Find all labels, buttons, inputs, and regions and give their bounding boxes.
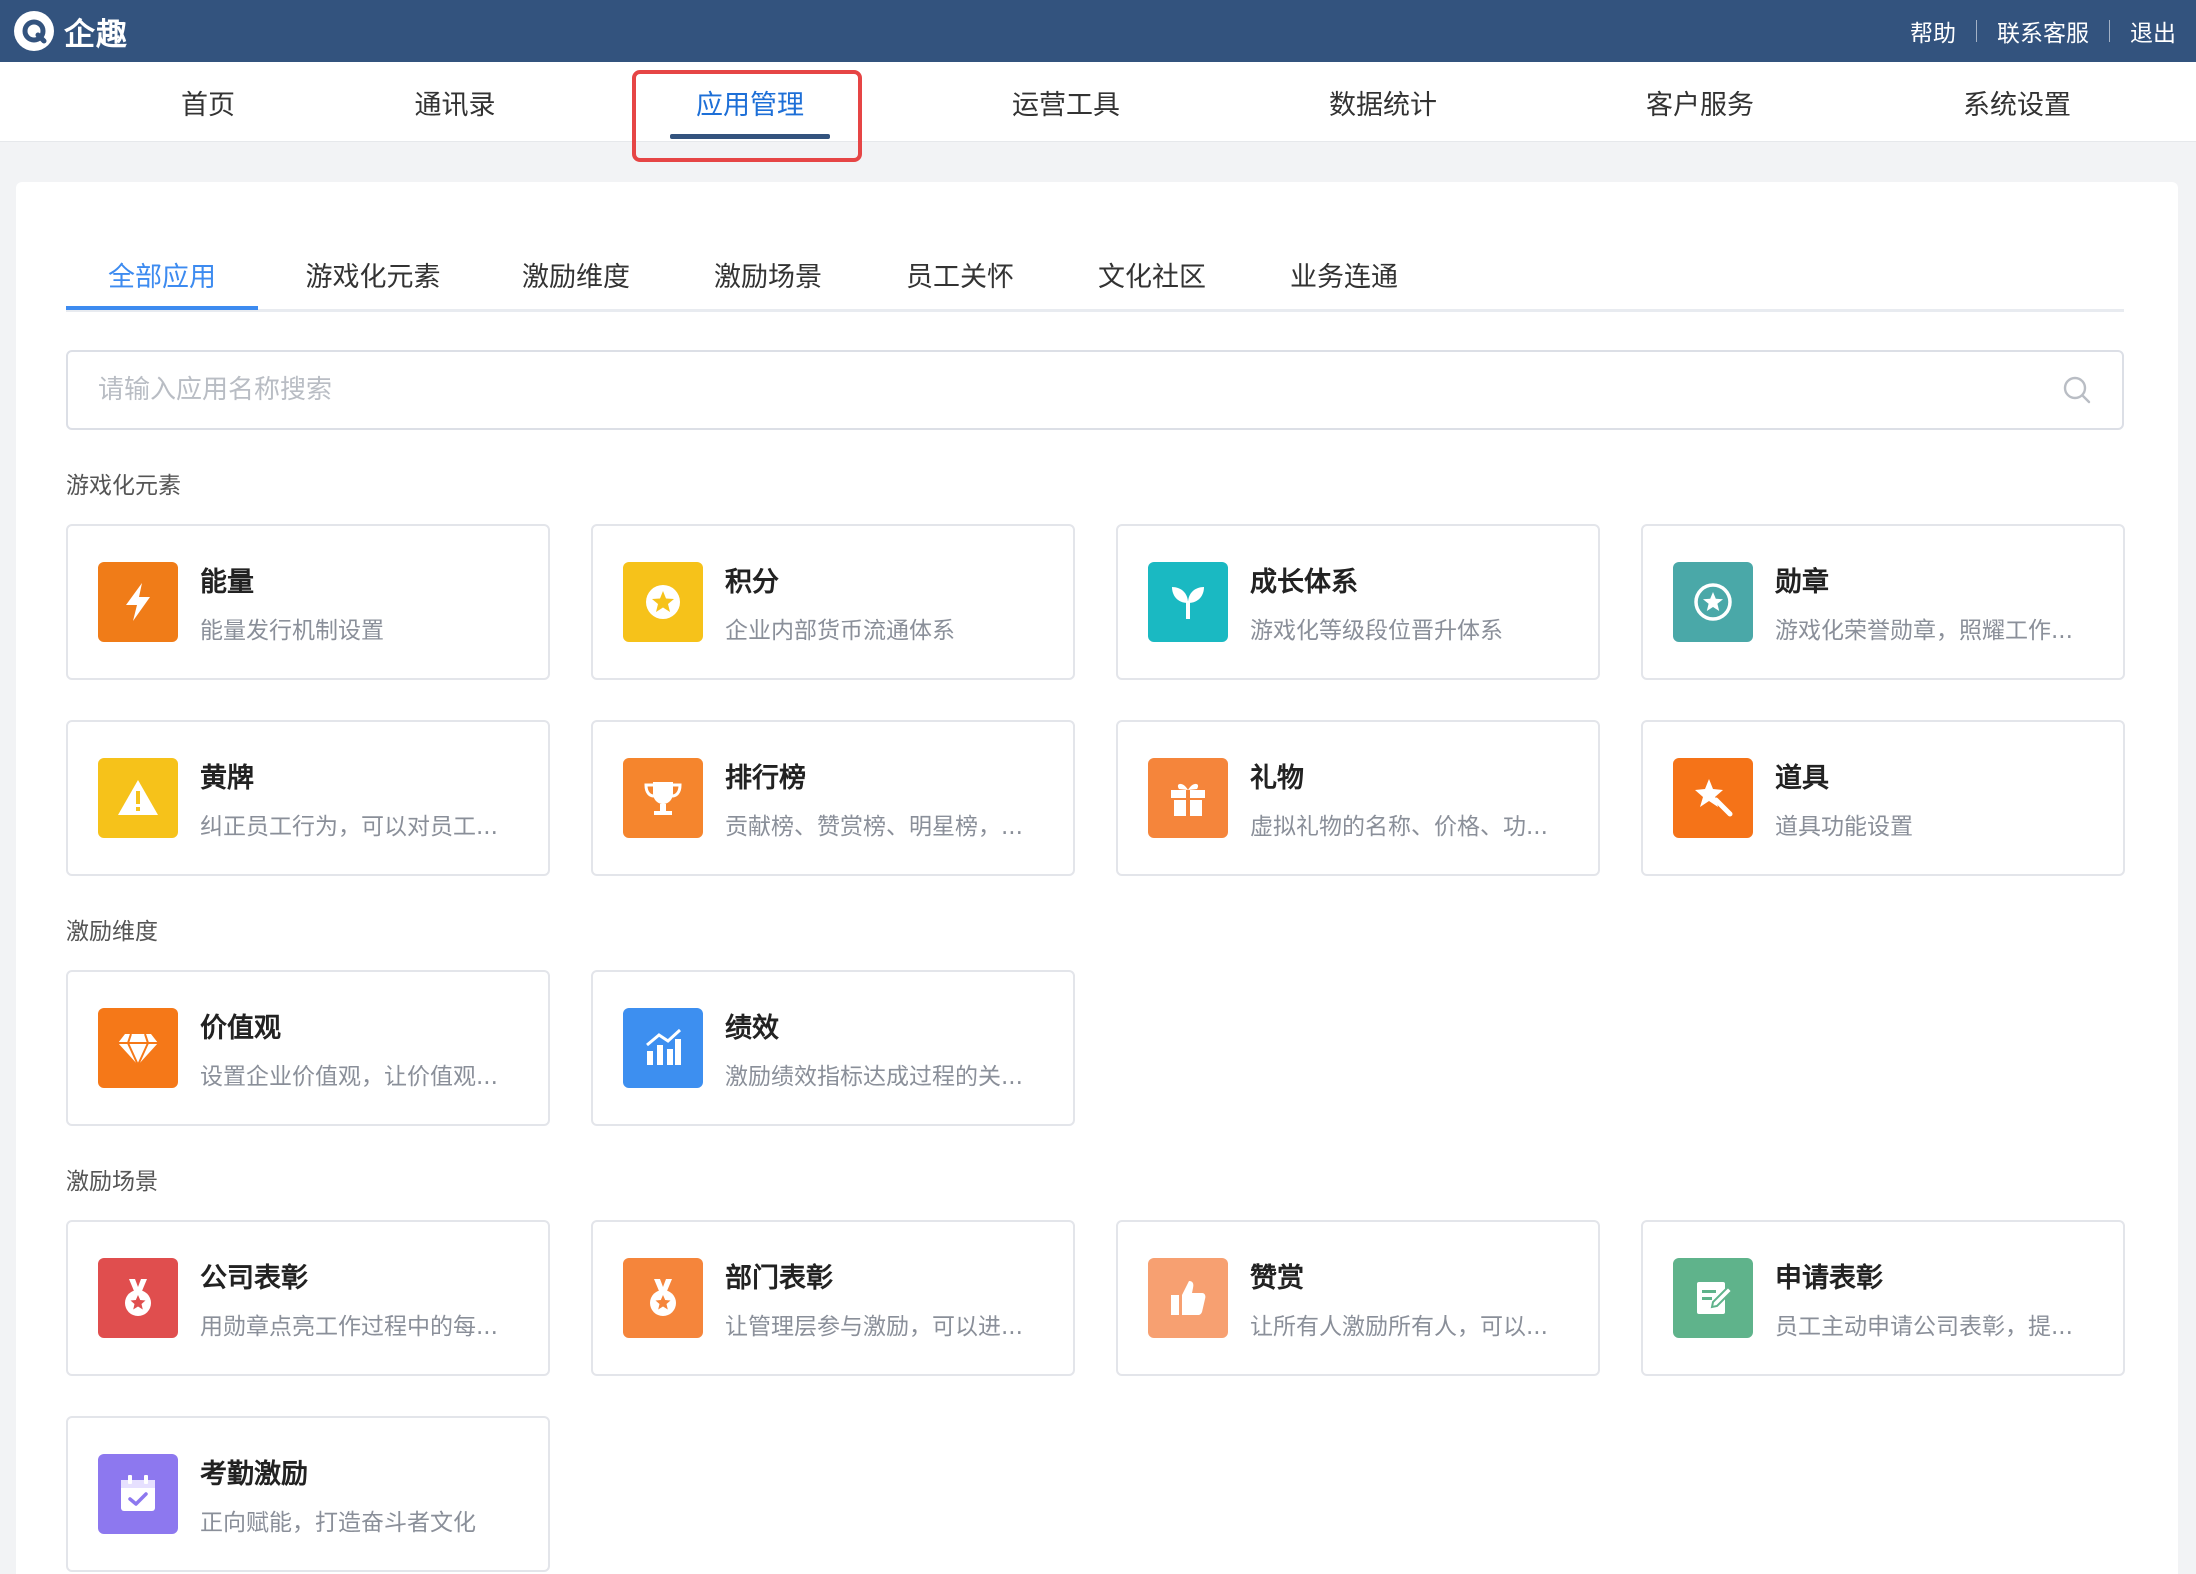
nav-system-settings[interactable]: 系统设置 [1963,62,2071,142]
nav-data-statistics[interactable]: 数据统计 [1329,62,1437,142]
card-desc: 游戏化等级段位晋升体系 [1250,617,1503,644]
card-desc: 道具功能设置 [1775,813,1913,840]
calendar-check-icon [98,1454,178,1534]
app-card-company-commendation[interactable]: 公司表彰 用勋章点亮工作过程中的每... [66,1220,550,1376]
card-title: 道具 [1775,762,1829,794]
card-title: 黄牌 [200,762,254,794]
brand[interactable]: 企趣 [14,9,128,54]
nav-contacts[interactable]: 通讯录 [415,62,496,142]
card-title: 考勤激励 [200,1458,308,1490]
app-card-growth-system[interactable]: 成长体系 游戏化等级段位晋升体系 [1116,524,1600,680]
trophy-icon [623,758,703,838]
card-title: 公司表彰 [200,1262,308,1294]
category-tabs: 全部应用 游戏化元素 激励维度 激励场景 员工关怀 文化社区 业务连通 [66,236,2124,312]
medal-star-icon [1673,562,1753,642]
nav-operation-tools[interactable]: 运营工具 [1012,62,1120,142]
edit-doc-icon [1673,1258,1753,1338]
card-title: 能量 [200,566,254,598]
magic-wand-icon [1673,758,1753,838]
tab-incentive-scene[interactable]: 激励场景 [708,236,828,312]
star-coin-icon [623,562,703,642]
card-title: 绩效 [725,1012,779,1044]
card-title: 部门表彰 [725,1262,833,1294]
award-ribbon-icon [623,1258,703,1338]
divider [1976,20,1977,42]
tab-all-apps[interactable]: 全部应用 [66,236,258,312]
card-desc: 激励绩效指标达成过程的关... [725,1063,1023,1090]
app-card-appreciation[interactable]: 赞赏 让所有人激励所有人，可以... [1116,1220,1600,1376]
contact-support-link[interactable]: 联系客服 [1997,14,2089,48]
app-card-attendance-incentive[interactable]: 考勤激励 正向赋能，打造奋斗者文化 [66,1416,550,1572]
lightning-icon [98,562,178,642]
top-links: 帮助 联系客服 退出 [1910,14,2176,48]
top-bar: 企趣 帮助 联系客服 退出 [0,0,2196,62]
section-title-gamification: 游戏化元素 [66,473,181,499]
app-card-department-commendation[interactable]: 部门表彰 让管理层参与激励，可以进... [591,1220,1075,1376]
card-desc: 贡献榜、赞赏榜、明星榜，... [725,813,1023,840]
main-nav: 首页 通讯录 应用管理 运营工具 数据统计 客户服务 系统设置 [0,62,2196,142]
tab-gamification[interactable]: 游戏化元素 [298,236,448,312]
nav-highlight-box [632,70,862,162]
card-desc: 员工主动申请公司表彰，提... [1775,1313,2073,1340]
section-title-scene: 激励场景 [66,1169,158,1195]
card-desc: 能量发行机制设置 [200,617,384,644]
card-title: 勋章 [1775,566,1829,598]
diamond-icon [98,1008,178,1088]
card-desc: 设置企业价值观，让价值观... [200,1063,498,1090]
card-title: 申请表彰 [1775,1262,1883,1294]
app-card-leaderboard[interactable]: 排行榜 贡献榜、赞赏榜、明星榜，... [591,720,1075,876]
search-input[interactable] [98,375,2062,405]
tab-employee-care[interactable]: 员工关怀 [900,236,1020,312]
bar-chart-icon [623,1008,703,1088]
sprout-icon [1148,562,1228,642]
divider [2109,20,2110,42]
app-card-medal[interactable]: 勋章 游戏化荣誉勋章，照耀工作... [1641,524,2125,680]
tab-culture-community[interactable]: 文化社区 [1092,236,1212,312]
tab-active-indicator [66,306,258,310]
thumbs-up-icon [1148,1258,1228,1338]
app-card-gift[interactable]: 礼物 虚拟礼物的名称、价格、功... [1116,720,1600,876]
app-card-energy[interactable]: 能量 能量发行机制设置 [66,524,550,680]
card-title: 价值观 [200,1012,281,1044]
app-card-performance[interactable]: 绩效 激励绩效指标达成过程的关... [591,970,1075,1126]
search-box [66,350,2124,430]
card-desc: 企业内部货币流通体系 [725,617,955,644]
card-desc: 让所有人激励所有人，可以... [1250,1313,1548,1340]
help-link[interactable]: 帮助 [1910,14,1956,48]
gift-icon [1148,758,1228,838]
card-desc: 让管理层参与激励，可以进... [725,1313,1023,1340]
app-card-values[interactable]: 价值观 设置企业价值观，让价值观... [66,970,550,1126]
card-desc: 纠正员工行为，可以对员工... [200,813,498,840]
card-title: 成长体系 [1250,566,1358,598]
nav-home[interactable]: 首页 [181,62,235,142]
card-title: 礼物 [1250,762,1304,794]
section-title-dimension: 激励维度 [66,919,158,945]
tab-business-connect[interactable]: 业务连通 [1284,236,1404,312]
app-card-points[interactable]: 积分 企业内部货币流通体系 [591,524,1075,680]
award-ribbon-icon [98,1258,178,1338]
search-icon[interactable] [2062,375,2092,405]
card-desc: 虚拟礼物的名称、价格、功... [1250,813,1548,840]
card-desc: 用勋章点亮工作过程中的每... [200,1313,498,1340]
card-desc: 游戏化荣誉勋章，照耀工作... [1775,617,2073,644]
logo-icon [14,11,54,51]
nav-customer-service[interactable]: 客户服务 [1646,62,1754,142]
card-title: 积分 [725,566,779,598]
tab-incentive-dimension[interactable]: 激励维度 [516,236,636,312]
app-card-props[interactable]: 道具 道具功能设置 [1641,720,2125,876]
card-title: 赞赏 [1250,1262,1304,1294]
logout-link[interactable]: 退出 [2130,14,2176,48]
app-card-apply-commendation[interactable]: 申请表彰 员工主动申请公司表彰，提... [1641,1220,2125,1376]
card-desc: 正向赋能，打造奋斗者文化 [200,1509,476,1536]
app-card-yellow-card[interactable]: 黄牌 纠正员工行为，可以对员工... [66,720,550,876]
warning-icon [98,758,178,838]
card-title: 排行榜 [725,762,806,794]
brand-name: 企趣 [64,16,128,53]
